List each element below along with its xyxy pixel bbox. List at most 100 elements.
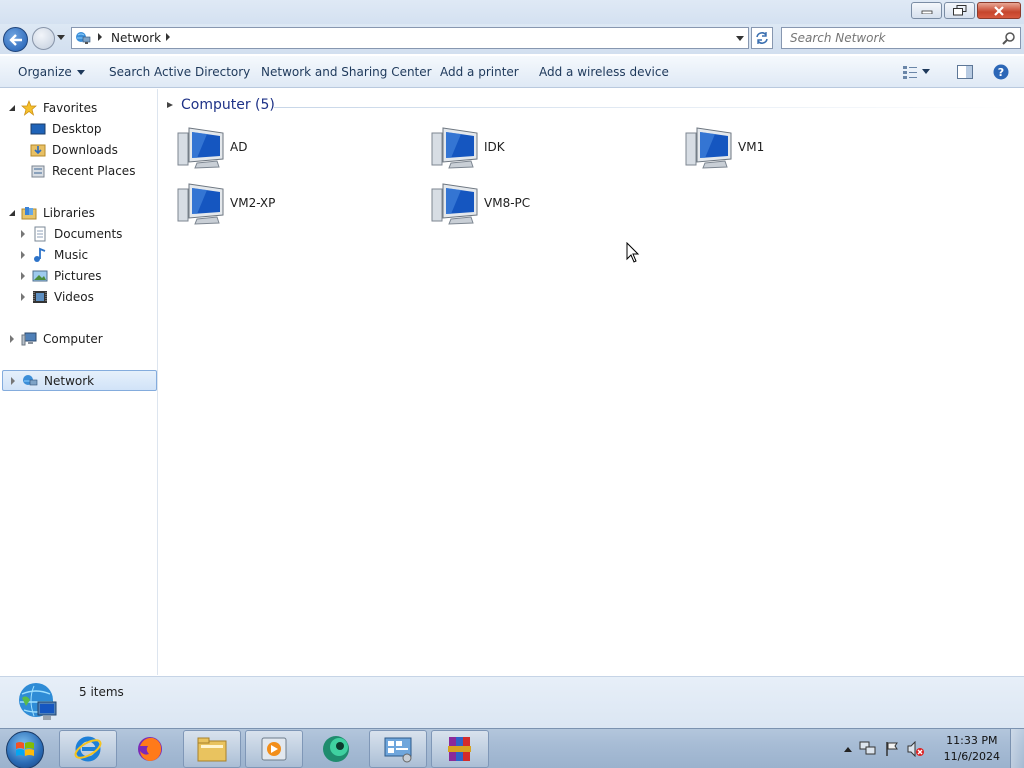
minimize-button[interactable] [911,2,942,19]
group-header-computer[interactable]: Computer (5) [167,97,275,113]
nav-network[interactable]: Network [2,370,157,391]
expand-arrow-icon[interactable] [8,103,18,113]
taskbar: 11:33 PM 11/6/2024 [0,728,1024,768]
mouse-cursor-icon [626,242,640,263]
nav-downloads[interactable]: Downloads [30,139,118,160]
preview-pane-icon[interactable] [956,64,974,80]
taskbar-control-panel[interactable] [369,730,427,768]
computer-name: VM8-PC [484,196,531,210]
nav-computer[interactable]: Computer [8,328,103,349]
breadcrumb-network[interactable]: Network [111,31,161,45]
show-hidden-icons-button[interactable] [844,746,852,752]
refresh-button[interactable] [751,27,773,49]
computer-item[interactable]: VM8-PC [431,180,611,226]
taskbar-app-green-circle[interactable] [307,730,365,768]
add-printer-button[interactable]: Add a printer [440,65,519,79]
restore-button[interactable] [944,2,975,19]
search-box[interactable] [781,27,1021,49]
videos-icon [33,290,47,303]
add-wireless-device-button[interactable]: Add a wireless device [539,65,669,79]
command-bar: Organize Search Active Directory Network… [0,56,1024,88]
change-view-icon[interactable] [902,64,920,80]
clock-time: 11:33 PM [946,734,998,747]
nav-pictures[interactable]: Pictures [19,265,102,286]
star-icon [21,99,37,116]
computer-name: AD [230,140,248,154]
computer-item[interactable]: VM1 [685,124,865,170]
computer-name: VM2-XP [230,196,276,210]
desktop-icon [30,123,46,134]
nav-recent-places[interactable]: Recent Places [30,160,135,181]
taskbar-firefox[interactable] [121,730,179,768]
nav-documents[interactable]: Documents [19,223,122,244]
volume-muted-icon[interactable] [907,741,925,757]
start-button[interactable] [6,731,44,768]
search-icon[interactable] [1002,31,1016,45]
collapse-group-icon[interactable] [167,102,173,108]
firefox-icon [138,737,162,761]
navigation-pane: Favorites Desktop Downloads Recent Place… [0,89,158,675]
nav-music-label: Music [54,247,89,262]
taskbar-windows-explorer[interactable] [183,730,241,768]
nav-favorites[interactable]: Favorites [8,97,97,118]
search-input[interactable] [782,28,992,48]
nav-videos[interactable]: Videos [19,286,94,307]
organize-menu[interactable]: Organize [18,65,85,79]
winrar-icon [448,737,471,761]
collapse-arrow-icon[interactable] [8,334,18,344]
close-button[interactable] [977,2,1021,19]
forward-button[interactable] [32,27,55,50]
collapse-arrow-icon[interactable] [19,271,29,281]
close-icon [994,5,1004,16]
view-options-dropdown[interactable] [922,69,930,74]
control-panel-icon [384,737,412,763]
computer-item[interactable]: VM2-XP [177,180,357,226]
computer-item[interactable]: IDK [431,124,611,170]
nav-libraries[interactable]: Libraries [8,202,95,223]
taskbar-media-player[interactable] [245,730,303,768]
nav-desktop[interactable]: Desktop [30,118,102,139]
address-history-dropdown[interactable] [736,36,744,41]
media-player-icon [261,737,287,761]
network-sharing-center-button[interactable]: Network and Sharing Center [261,65,432,79]
computer-item[interactable]: AD [177,124,357,170]
computer-name: VM1 [738,140,765,154]
nav-computer-label: Computer [43,331,103,346]
back-button[interactable] [3,27,28,52]
clock-date: 11/6/2024 [943,750,1000,763]
show-desktop-button[interactable] [1010,729,1024,768]
file-list: Computer (5) AD IDK VM1 VM2-XP VM8-PC [159,89,1024,675]
network-computer-icon [431,183,478,225]
nav-pictures-label: Pictures [54,268,102,283]
system-tray [844,729,925,768]
recent-places-icon [31,165,45,177]
network-computer-icon [177,183,224,225]
item-count: 5 items [79,685,124,699]
group-divider [274,107,1014,108]
computer-name: IDK [484,140,505,154]
group-header-label: Computer (5) [181,97,275,113]
network-status-icon[interactable] [859,741,877,757]
nav-music[interactable]: Music [19,244,88,265]
expand-arrow-icon[interactable] [8,208,18,218]
collapse-arrow-icon[interactable] [19,229,29,239]
breadcrumb-chevron-icon[interactable] [166,33,170,41]
minimize-icon [921,10,932,14]
address-bar[interactable]: Network [71,27,749,49]
taskbar-internet-explorer[interactable] [59,730,117,768]
search-active-directory-button[interactable]: Search Active Directory [109,65,250,79]
collapse-arrow-icon[interactable] [19,250,29,260]
action-center-flag-icon[interactable] [884,741,900,757]
recent-pages-dropdown[interactable] [57,35,65,40]
collapse-arrow-icon[interactable] [19,292,29,302]
taskbar-winrar[interactable] [431,730,489,768]
collapse-arrow-icon[interactable] [9,376,19,386]
clock[interactable]: 11:33 PM 11/6/2024 [944,733,1000,765]
network-computer-icon [431,127,478,169]
internet-explorer-icon [74,736,102,762]
breadcrumb-chevron-icon[interactable] [98,33,102,41]
downloads-folder-icon [30,144,46,156]
help-icon[interactable]: ? [992,64,1010,80]
nav-videos-label: Videos [54,289,94,304]
address-row: Network [0,24,1024,54]
